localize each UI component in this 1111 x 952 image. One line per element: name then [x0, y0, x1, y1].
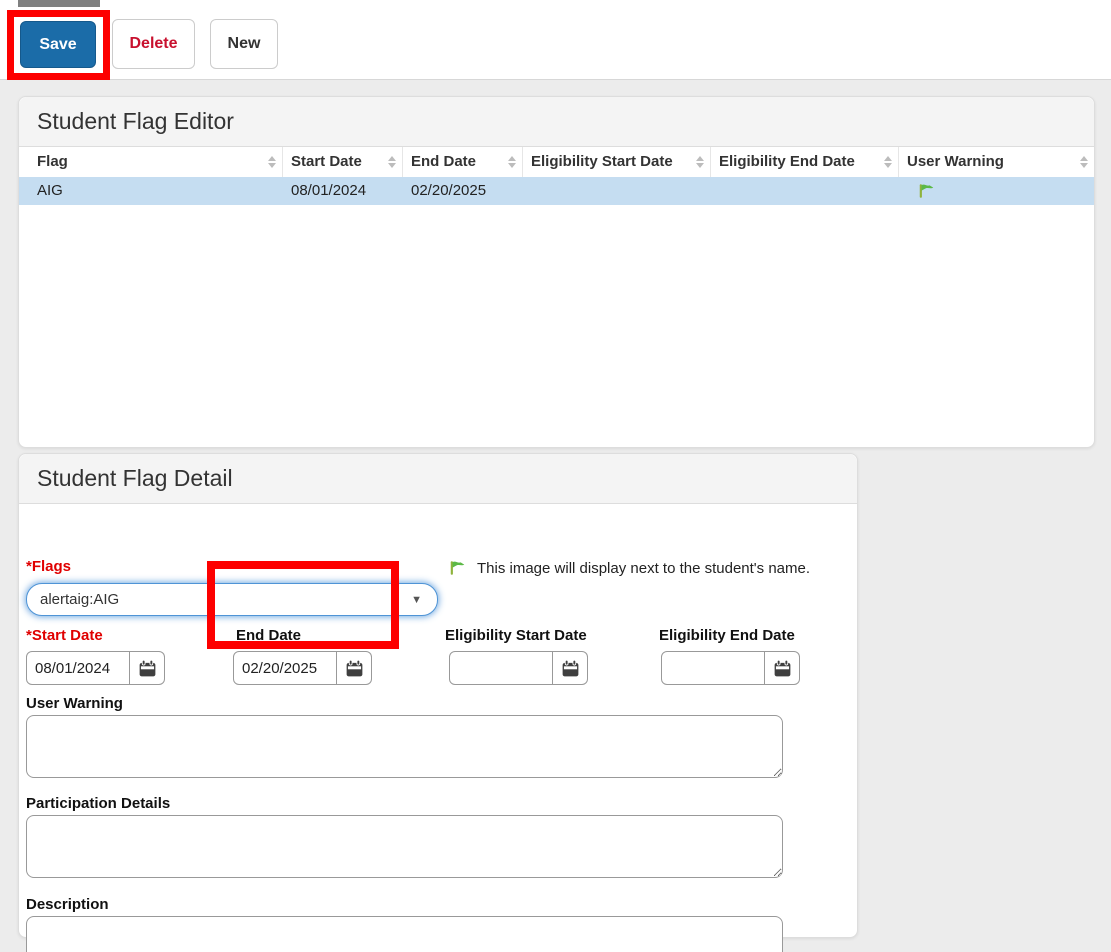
column-header-end-date-label: End Date [411, 153, 477, 170]
top-partial-element [18, 0, 100, 7]
flags-dropdown-value: alertaig:AIG [40, 591, 120, 608]
flag-table-header: Flag Start Date End Date Eligibility Sta… [19, 147, 1094, 177]
flags-label-text: Flags [31, 558, 72, 575]
eligibility-end-date-group [661, 651, 800, 685]
eligibility-start-date-input[interactable] [449, 651, 553, 685]
start-date-group [26, 651, 165, 685]
green-flag-icon [450, 561, 465, 575]
description-textarea[interactable] [26, 916, 783, 952]
column-header-eligibility-end-date-label: Eligibility End Date [719, 153, 855, 170]
row-cell-eligibility-end-date [711, 177, 899, 205]
column-header-start-date[interactable]: Start Date [283, 147, 403, 177]
column-header-flag-label: Flag [37, 153, 68, 170]
sort-icon[interactable] [388, 156, 396, 168]
eligibility-end-date-label: Eligibility End Date [659, 627, 795, 644]
participation-details-textarea[interactable] [26, 815, 783, 878]
row-cell-eligibility-start-date [523, 177, 711, 205]
start-date-label-text: Start Date [31, 627, 103, 644]
calendar-icon [562, 659, 578, 676]
detail-panel-title: Student Flag Detail [37, 465, 233, 491]
participation-details-label: Participation Details [26, 795, 171, 812]
description-label: Description [26, 896, 109, 913]
student-flag-editor-panel: Student Flag Editor Flag Start Date End … [18, 96, 1095, 448]
column-header-eligibility-start-date-label: Eligibility Start Date [531, 153, 673, 170]
sort-icon[interactable] [1080, 156, 1088, 168]
calendar-icon [346, 659, 362, 676]
eligibility-start-date-calendar-button[interactable] [553, 651, 588, 685]
row-cell-start-date: 08/01/2024 [291, 182, 367, 199]
green-flag-icon [919, 184, 934, 198]
user-warning-textarea[interactable] [26, 715, 783, 778]
eligibility-end-date-calendar-button[interactable] [765, 651, 800, 685]
column-header-user-warning-label: User Warning [907, 153, 1004, 170]
detail-form: *Flags This image will display next to t… [19, 504, 857, 952]
chevron-down-icon: ▼ [411, 593, 422, 606]
detail-panel-header: Student Flag Detail [19, 454, 857, 504]
flag-preview-note: This image will display next to the stud… [448, 559, 810, 577]
save-button[interactable]: Save [20, 21, 96, 68]
eligibility-start-date-label: Eligibility Start Date [445, 627, 587, 644]
column-header-end-date[interactable]: End Date [403, 147, 523, 177]
calendar-icon [139, 659, 155, 676]
student-flag-detail-panel: Student Flag Detail *Flags This image wi… [18, 453, 858, 952]
flag-preview-note-text: This image will display next to the stud… [477, 559, 811, 577]
delete-button[interactable]: Delete [112, 19, 195, 69]
flags-label: *Flags [26, 558, 71, 575]
user-warning-label: User Warning [26, 695, 123, 712]
start-date-label: *Start Date [26, 627, 103, 644]
column-header-eligibility-start-date[interactable]: Eligibility Start Date [523, 147, 711, 177]
flags-dropdown[interactable]: alertaig:AIG ▼ [26, 583, 438, 616]
column-header-eligibility-end-date[interactable]: Eligibility End Date [711, 147, 899, 177]
end-date-label: End Date [236, 627, 302, 644]
sort-icon[interactable] [696, 156, 704, 168]
new-button[interactable]: New [210, 19, 278, 69]
row-cell-flag: AIG [37, 182, 63, 199]
row-cell-end-date: 02/20/2025 [411, 182, 487, 199]
eligibility-start-date-group [449, 651, 588, 685]
column-header-start-date-label: Start Date [291, 153, 362, 170]
column-header-flag[interactable]: Flag [19, 147, 283, 177]
editor-panel-header: Student Flag Editor [19, 97, 1094, 147]
sort-icon[interactable] [508, 156, 516, 168]
editor-panel-title: Student Flag Editor [37, 108, 234, 134]
start-date-calendar-button[interactable] [130, 651, 165, 685]
start-date-input[interactable] [26, 651, 130, 685]
end-date-input[interactable] [233, 651, 337, 685]
sort-icon[interactable] [884, 156, 892, 168]
calendar-icon [774, 659, 790, 676]
student-flag-screen: Save Delete New Student Flag Editor Flag… [0, 0, 1111, 952]
end-date-calendar-button[interactable] [337, 651, 372, 685]
sort-icon[interactable] [268, 156, 276, 168]
toolbar: Save Delete New [0, 0, 1111, 80]
end-date-group [233, 651, 372, 685]
column-header-user-warning[interactable]: User Warning [899, 147, 1094, 177]
row-cell-user-warning [899, 177, 1094, 205]
table-row[interactable]: AIG 08/01/2024 02/20/2025 [19, 177, 1094, 205]
eligibility-end-date-input[interactable] [661, 651, 765, 685]
